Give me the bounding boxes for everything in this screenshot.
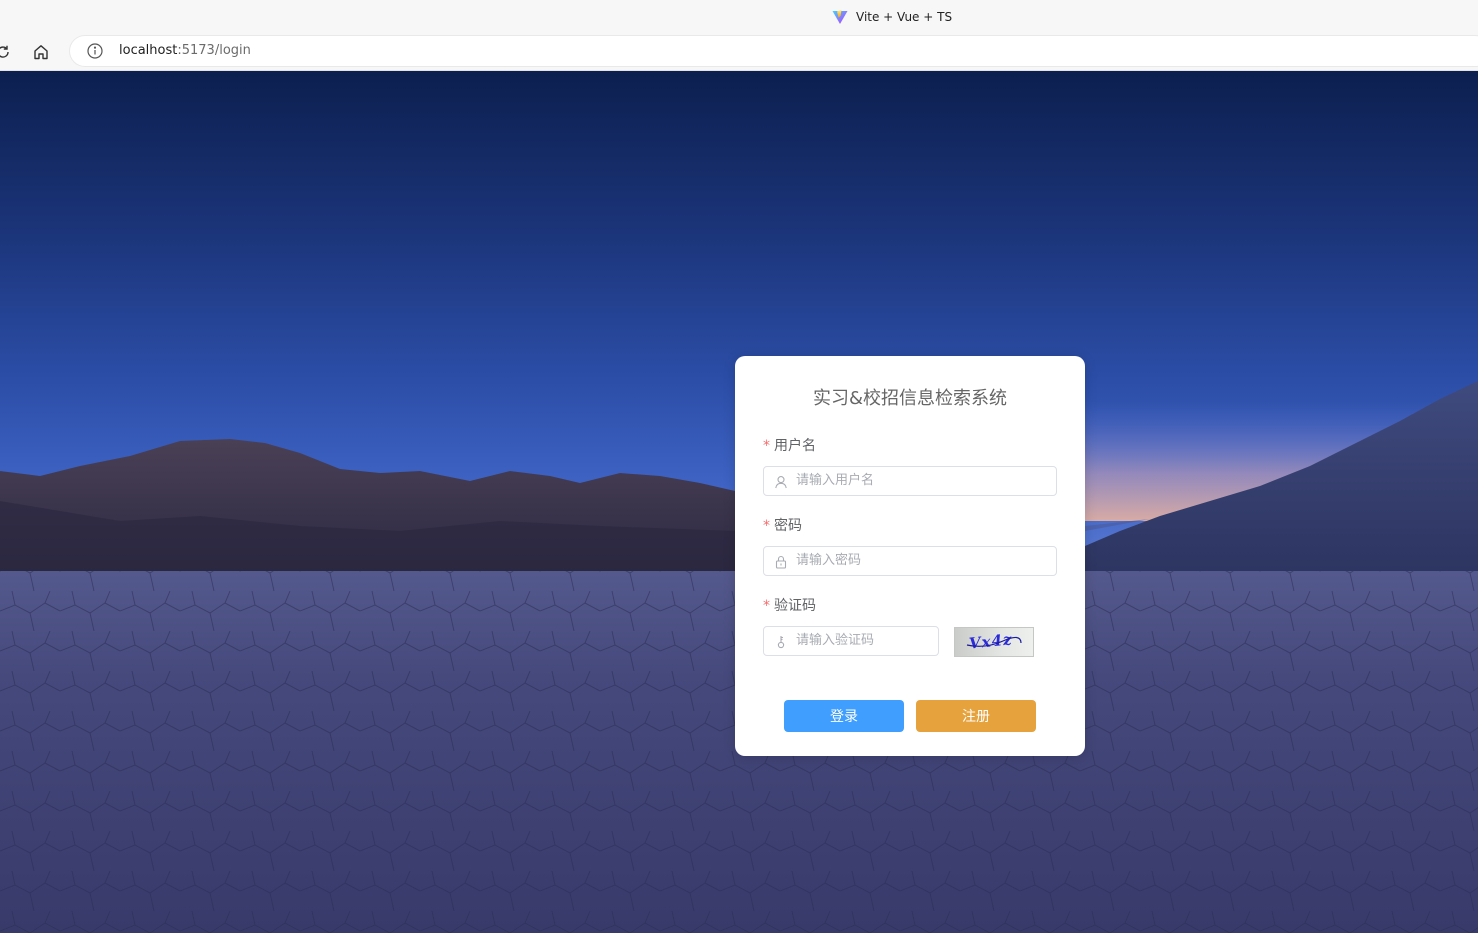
captcha-image-text: Vx4z	[968, 630, 1013, 652]
url-text[interactable]: localhost:5173/login	[119, 43, 251, 59]
login-button[interactable]: 登录	[784, 700, 904, 732]
captcha-input[interactable]: 请输入验证码	[763, 626, 939, 656]
password-input[interactable]: 请输入密码	[763, 546, 1057, 576]
vite-logo-icon	[832, 9, 848, 25]
password-placeholder: 请输入密码	[796, 553, 862, 568]
tab[interactable]: Vite + Vue + TS	[832, 8, 952, 26]
browser-window: Vite + Vue + TS localhost:5173/login 实习&…	[0, 0, 1478, 933]
reload-icon[interactable]	[0, 41, 14, 63]
captcha-label-text: 验证码	[774, 598, 816, 614]
key-icon	[774, 634, 788, 649]
username-label: * 用户名	[763, 436, 816, 456]
username-placeholder: 请输入用户名	[796, 473, 875, 488]
captcha-label: * 验证码	[763, 596, 816, 616]
captcha-placeholder: 请输入验证码	[796, 633, 875, 648]
page-title: 实习&校招信息检索系统	[812, 388, 1008, 409]
url-path: :5173/login	[177, 43, 251, 58]
login-card: 实习&校招信息检索系统 * 用户名 请输入用户名 * 密码 请输入密码 * 验证…	[735, 356, 1085, 756]
browser-toolbar: localhost:5173/login	[0, 34, 1478, 71]
required-mark: *	[763, 518, 770, 534]
info-icon[interactable]	[87, 43, 103, 59]
captcha-image[interactable]: Vx4z	[954, 627, 1034, 657]
lock-icon	[774, 554, 788, 569]
required-mark: *	[763, 438, 770, 454]
address-bar[interactable]: localhost:5173/login	[70, 36, 1478, 66]
page-viewport: 实习&校招信息检索系统 * 用户名 请输入用户名 * 密码 请输入密码 * 验证…	[0, 71, 1478, 933]
login-button-label: 登录	[830, 709, 858, 725]
home-icon[interactable]	[30, 41, 52, 63]
required-mark: *	[763, 598, 770, 614]
username-input[interactable]: 请输入用户名	[763, 466, 1057, 496]
user-icon	[774, 474, 788, 489]
url-host: localhost	[119, 43, 178, 58]
browser-titlebar: Vite + Vue + TS	[0, 0, 1478, 34]
svg-text:Vx4z: Vx4z	[968, 630, 1013, 652]
tab-title: Vite + Vue + TS	[856, 10, 953, 24]
password-label-text: 密码	[774, 518, 802, 534]
username-label-text: 用户名	[774, 438, 816, 454]
register-button-label: 注册	[962, 709, 990, 725]
password-label: * 密码	[763, 516, 802, 536]
register-button[interactable]: 注册	[916, 700, 1036, 732]
